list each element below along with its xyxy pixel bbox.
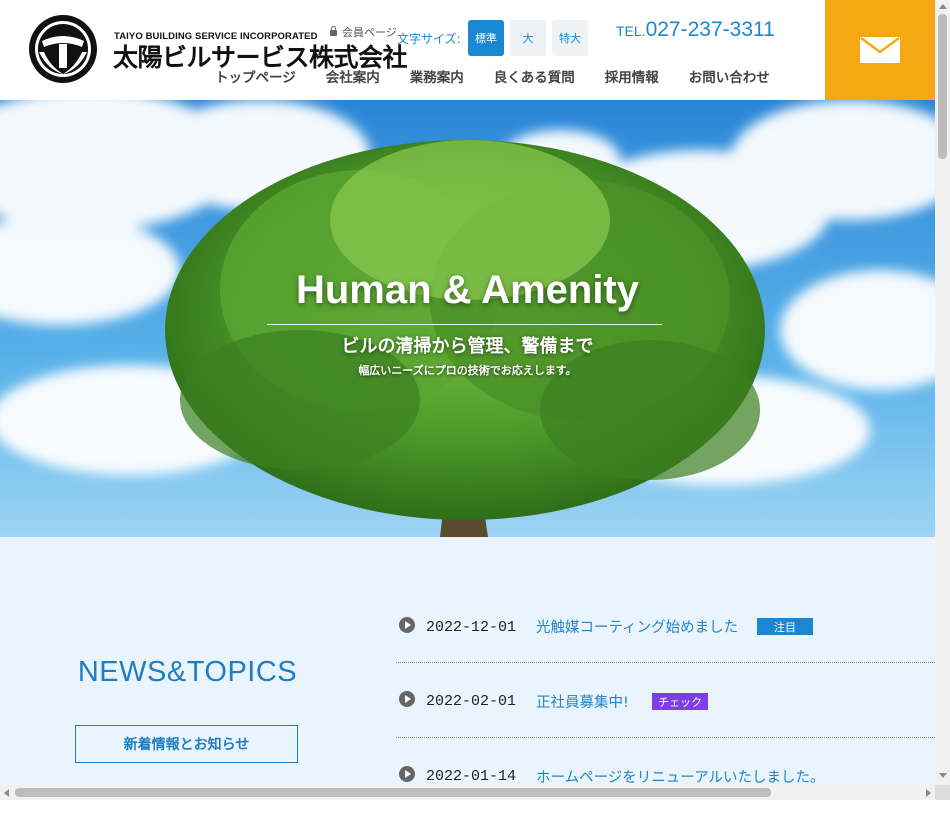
scroll-right-icon[interactable]	[926, 789, 931, 797]
hero-banner: Human & Amenity ビルの清掃から管理、警備まで 幅広いニーズにプロ…	[0, 100, 935, 537]
member-page-label: 会員ページ	[342, 26, 397, 39]
news-date: 2022-12-01	[426, 619, 517, 636]
news-item: 2022-12-01 光触媒コーティング始めました 注目	[396, 588, 935, 663]
font-size-xlarge-button[interactable]: 特大	[552, 20, 588, 56]
font-size-standard-button[interactable]: 標準	[468, 20, 504, 56]
horizontal-scrollbar[interactable]	[0, 785, 935, 800]
nav-item-services[interactable]: 業務案内	[410, 66, 464, 86]
play-arrow-icon	[399, 691, 415, 707]
play-arrow-icon	[399, 617, 415, 633]
lock-icon	[330, 26, 337, 36]
scrollbar-corner	[935, 785, 950, 800]
mail-icon	[860, 36, 900, 63]
global-nav: トップページ 会社案内 業務案内 良くある質問 採用情報 お問い合わせ	[215, 66, 770, 86]
hero-title: Human & Amenity	[295, 268, 639, 312]
news-section: NEWS&TOPICS 新着情報とお知らせ 2022-12-01 光触媒コーティ…	[0, 537, 935, 800]
scroll-down-icon[interactable]	[939, 773, 947, 778]
tel-number: 027-237-3311	[645, 18, 775, 41]
hero-subtitle: ビルの清掃から管理、警備まで	[341, 336, 594, 357]
news-item: 2022-02-01 正社員募集中! チェック	[396, 663, 935, 738]
news-title-link[interactable]: 光触媒コーティング始めました	[536, 616, 738, 637]
nav-item-faq[interactable]: 良くある質問	[494, 66, 575, 86]
mail-contact-button[interactable]	[825, 0, 935, 100]
member-page-link[interactable]: 会員ページ	[330, 24, 397, 40]
news-date: 2022-01-14	[426, 768, 517, 785]
news-badge-featured: 注目	[757, 618, 813, 635]
news-badge-check: チェック	[652, 693, 708, 710]
nav-item-recruit[interactable]: 採用情報	[605, 66, 659, 86]
hero-tagline: 幅広いニーズにプロの技術でお応えします。	[358, 364, 577, 377]
vertical-scrollbar[interactable]	[935, 0, 950, 800]
nav-item-contact[interactable]: お問い合わせ	[689, 66, 770, 86]
news-list-button[interactable]: 新着情報とお知らせ	[75, 725, 298, 763]
horizontal-scroll-thumb[interactable]	[15, 788, 771, 797]
play-arrow-icon	[399, 766, 415, 782]
site-header: TAIYO BUILDING SERVICE INCORPORATED 太陽ビル…	[0, 0, 935, 100]
telephone-link[interactable]: TEL.027-237-3311	[616, 18, 775, 42]
news-item: 2022-01-14 ホームページをリニューアルいたしました。	[396, 738, 935, 813]
scroll-up-icon[interactable]	[939, 4, 947, 9]
scroll-left-icon[interactable]	[4, 789, 9, 797]
news-title-link[interactable]: ホームページをリニューアルいたしました。	[536, 766, 825, 787]
font-size-label: 文字サイズ:	[397, 32, 461, 46]
nav-item-top[interactable]: トップページ	[215, 66, 296, 86]
company-logo-icon[interactable]	[28, 14, 98, 84]
nav-item-company[interactable]: 会社案内	[326, 66, 380, 86]
vertical-scroll-thumb[interactable]	[938, 14, 947, 159]
font-size-large-button[interactable]: 大	[510, 20, 546, 56]
news-title-link[interactable]: 正社員募集中!	[536, 691, 629, 712]
news-heading: NEWS&TOPICS	[77, 656, 298, 688]
news-date: 2022-02-01	[426, 693, 517, 710]
hero-divider	[267, 324, 662, 325]
tel-label: TEL.	[616, 23, 646, 39]
hero-image	[0, 100, 935, 537]
